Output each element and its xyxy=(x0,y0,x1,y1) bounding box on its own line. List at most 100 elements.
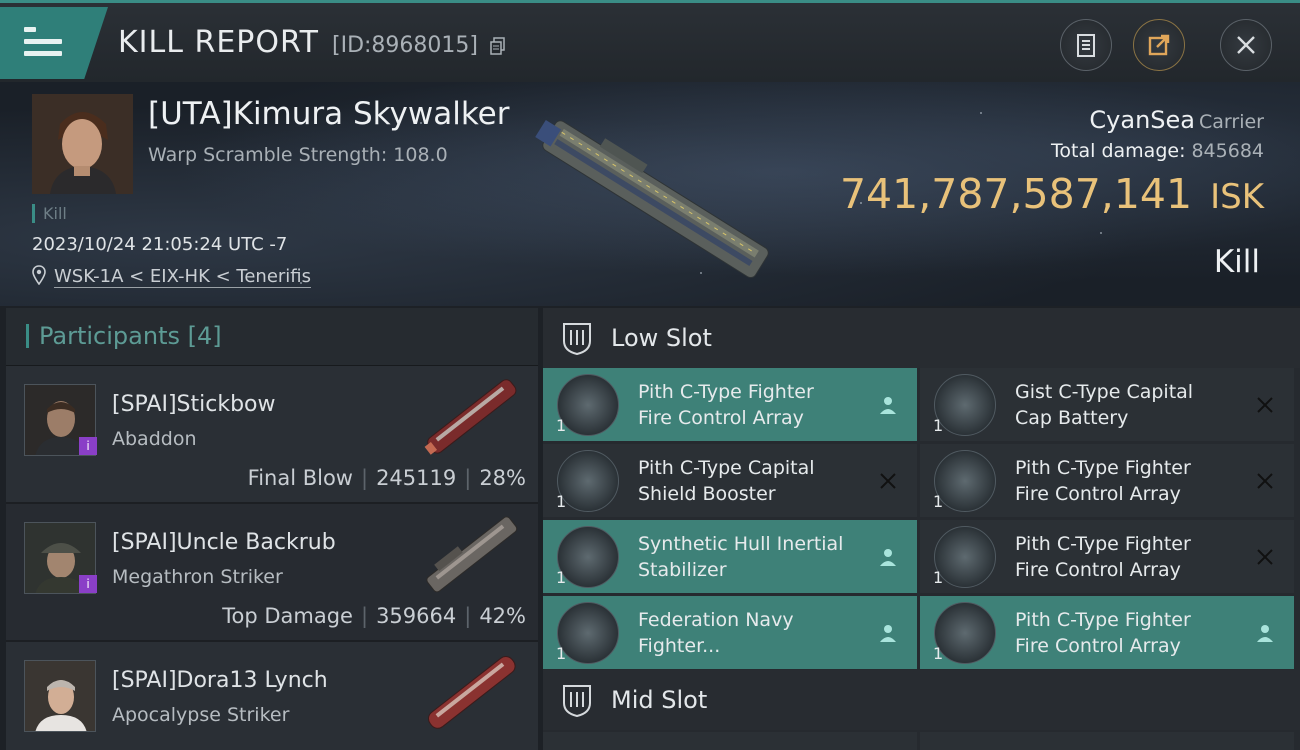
module-slot[interactable] xyxy=(920,732,1294,750)
close-button[interactable] xyxy=(1220,19,1272,71)
total-damage-value: 845684 xyxy=(1191,140,1264,162)
module-slot[interactable]: 1 Gist C-Type Capital Cap Battery xyxy=(920,368,1294,441)
location-pin-icon xyxy=(32,265,46,285)
participant-ship-image xyxy=(426,516,518,593)
kill-location-link[interactable]: WSK-1A < EIX-HK < Tenerifis xyxy=(54,266,312,288)
person-icon xyxy=(880,625,896,642)
module-quantity: 1 xyxy=(556,644,567,663)
victim-ship-image xyxy=(535,119,769,279)
participant-ship-image xyxy=(424,379,517,455)
clipboard-icon xyxy=(1077,34,1095,57)
mid-slot-label: Mid Slot xyxy=(611,686,708,714)
fitting-panel: Low Slot 1 Pith C-Type Fighter Fire Contr… xyxy=(543,308,1300,750)
corp-badge: i xyxy=(79,575,97,593)
module-quantity: 1 xyxy=(556,416,567,435)
module-slot[interactable]: 1 Pith C-Type Fighter Fire Control Array xyxy=(920,520,1294,593)
victim-panel: [UTA]Kimura Skywalker Warp Scramble Stre… xyxy=(0,82,1300,306)
participants-header: Participants [4] xyxy=(6,308,538,366)
kill-tag: Kill xyxy=(32,204,67,223)
participants-panel: Participants [4] i [SPAI]Stickbow Abaddo… xyxy=(6,308,538,750)
module-quantity: 1 xyxy=(933,492,944,511)
participant-ship-image xyxy=(427,656,516,729)
person-icon xyxy=(1257,625,1273,642)
participant-name: [SPAI]Uncle Backrub xyxy=(112,530,336,555)
module-quantity: 1 xyxy=(933,416,944,435)
x-icon xyxy=(1257,549,1273,565)
participant-row[interactable]: i [SPAI]Stickbow Abaddon Final Blow | 2451… xyxy=(6,366,538,504)
share-button[interactable] xyxy=(1133,19,1185,71)
total-damage: Total damage: 845684 xyxy=(1051,140,1264,162)
isk-unit: ISK xyxy=(1210,177,1264,217)
kill-datetime: 2023/10/24 21:05:24 UTC -7 xyxy=(32,234,288,255)
module-name: Pith C-Type Fighter Fire Control Array xyxy=(1015,457,1191,505)
participant-role: Final Blow xyxy=(247,466,353,490)
menu-button[interactable] xyxy=(0,7,108,79)
mid-slot-header: Mid Slot xyxy=(543,670,1300,730)
module-name: Pith C-Type Capital Shield Booster xyxy=(638,457,815,505)
participants-title: Participants xyxy=(39,322,180,350)
menu-icon xyxy=(24,27,62,57)
module-name: Gist C-Type Capital Cap Battery xyxy=(1015,381,1194,429)
participant-name: [SPAI]Dora13 Lynch xyxy=(112,668,328,693)
participant-row[interactable]: [SPAI]Dora13 Lynch Apocalypse Striker xyxy=(6,642,538,750)
victim-name: [UTA]Kimura Skywalker xyxy=(148,96,510,132)
module-slot[interactable]: 1 Federation Navy Fighter... xyxy=(543,596,917,669)
participant-damage: 245119 xyxy=(376,466,457,490)
participant-name: [SPAI]Stickbow xyxy=(112,392,276,417)
low-slot-label: Low Slot xyxy=(611,324,712,352)
header-bar: KILL REPORT [ID:8968015] xyxy=(0,0,1300,82)
participant-stats: Final Blow | 245119 | 28% xyxy=(247,466,526,490)
inertial-stabilizer-icon xyxy=(557,526,619,588)
participant-ship: Apocalypse Striker xyxy=(112,704,290,726)
isk-amount: 741,787,587,141 xyxy=(839,170,1193,218)
victim-ship-info: CyanSea Carrier xyxy=(1089,106,1264,134)
participant-ship: Abaddon xyxy=(112,428,197,450)
avatar xyxy=(24,660,96,732)
module-slot[interactable]: 1 Pith C-Type Fighter Fire Control Array xyxy=(543,368,917,441)
low-slot-header: Low Slot xyxy=(543,308,1300,368)
victim-ship-name: CyanSea xyxy=(1089,106,1196,134)
clipboard-button[interactable] xyxy=(1060,19,1112,71)
shield-booster-icon xyxy=(557,450,619,512)
module-quantity: 1 xyxy=(556,492,567,511)
module-slot[interactable] xyxy=(543,732,917,750)
module-quantity: 1 xyxy=(933,644,944,663)
victim-ship-class: Carrier xyxy=(1199,111,1264,133)
x-icon xyxy=(880,473,896,489)
report-id: [ID:8968015] xyxy=(332,33,478,58)
person-icon xyxy=(880,397,896,414)
participant-row[interactable]: i [SPAI]Uncle Backrub Megathron Striker … xyxy=(6,504,538,642)
module-quantity: 1 xyxy=(933,568,944,587)
module-slot[interactable]: 1 Synthetic Hull Inertial Stabilizer xyxy=(543,520,917,593)
module-quantity: 1 xyxy=(556,568,567,587)
mid-slot-icon xyxy=(563,685,591,717)
person-icon xyxy=(880,549,896,566)
module-slot[interactable]: 1 Pith C-Type Fighter Fire Control Array xyxy=(920,444,1294,517)
total-damage-label: Total damage: xyxy=(1051,140,1186,162)
kill-result: Kill xyxy=(1213,244,1260,280)
cap-battery-icon xyxy=(934,374,996,436)
fighter-fire-control-icon xyxy=(557,374,619,436)
participant-ship: Megathron Striker xyxy=(112,566,283,588)
module-name: Synthetic Hull Inertial Stabilizer xyxy=(638,533,844,581)
warp-scramble-strength: Warp Scramble Strength: 108.0 xyxy=(148,144,448,166)
module-name: Pith C-Type Fighter Fire Control Array xyxy=(638,381,814,429)
fighter-fire-control-icon xyxy=(934,526,996,588)
module-name: Federation Navy Fighter... xyxy=(638,609,794,657)
share-icon xyxy=(1148,34,1170,56)
corp-badge: i xyxy=(79,437,97,455)
page-title: KILL REPORT xyxy=(118,25,319,60)
low-slot-icon xyxy=(563,323,591,355)
module-slot[interactable]: 1 Pith C-Type Fighter Fire Control Array xyxy=(920,596,1294,669)
module-slot[interactable]: 1 Pith C-Type Capital Shield Booster xyxy=(543,444,917,517)
close-icon xyxy=(1237,36,1255,54)
copy-icon[interactable] xyxy=(490,37,506,55)
fighter-support-icon xyxy=(557,602,619,664)
victim-avatar[interactable] xyxy=(32,94,133,194)
participant-role: Top Damage xyxy=(222,604,353,628)
fighter-fire-control-icon xyxy=(934,602,996,664)
participant-percent: 28% xyxy=(479,466,526,490)
module-name: Pith C-Type Fighter Fire Control Array xyxy=(1015,533,1191,581)
participant-stats: Top Damage | 359664 | 42% xyxy=(222,604,526,628)
x-icon xyxy=(1257,397,1273,413)
